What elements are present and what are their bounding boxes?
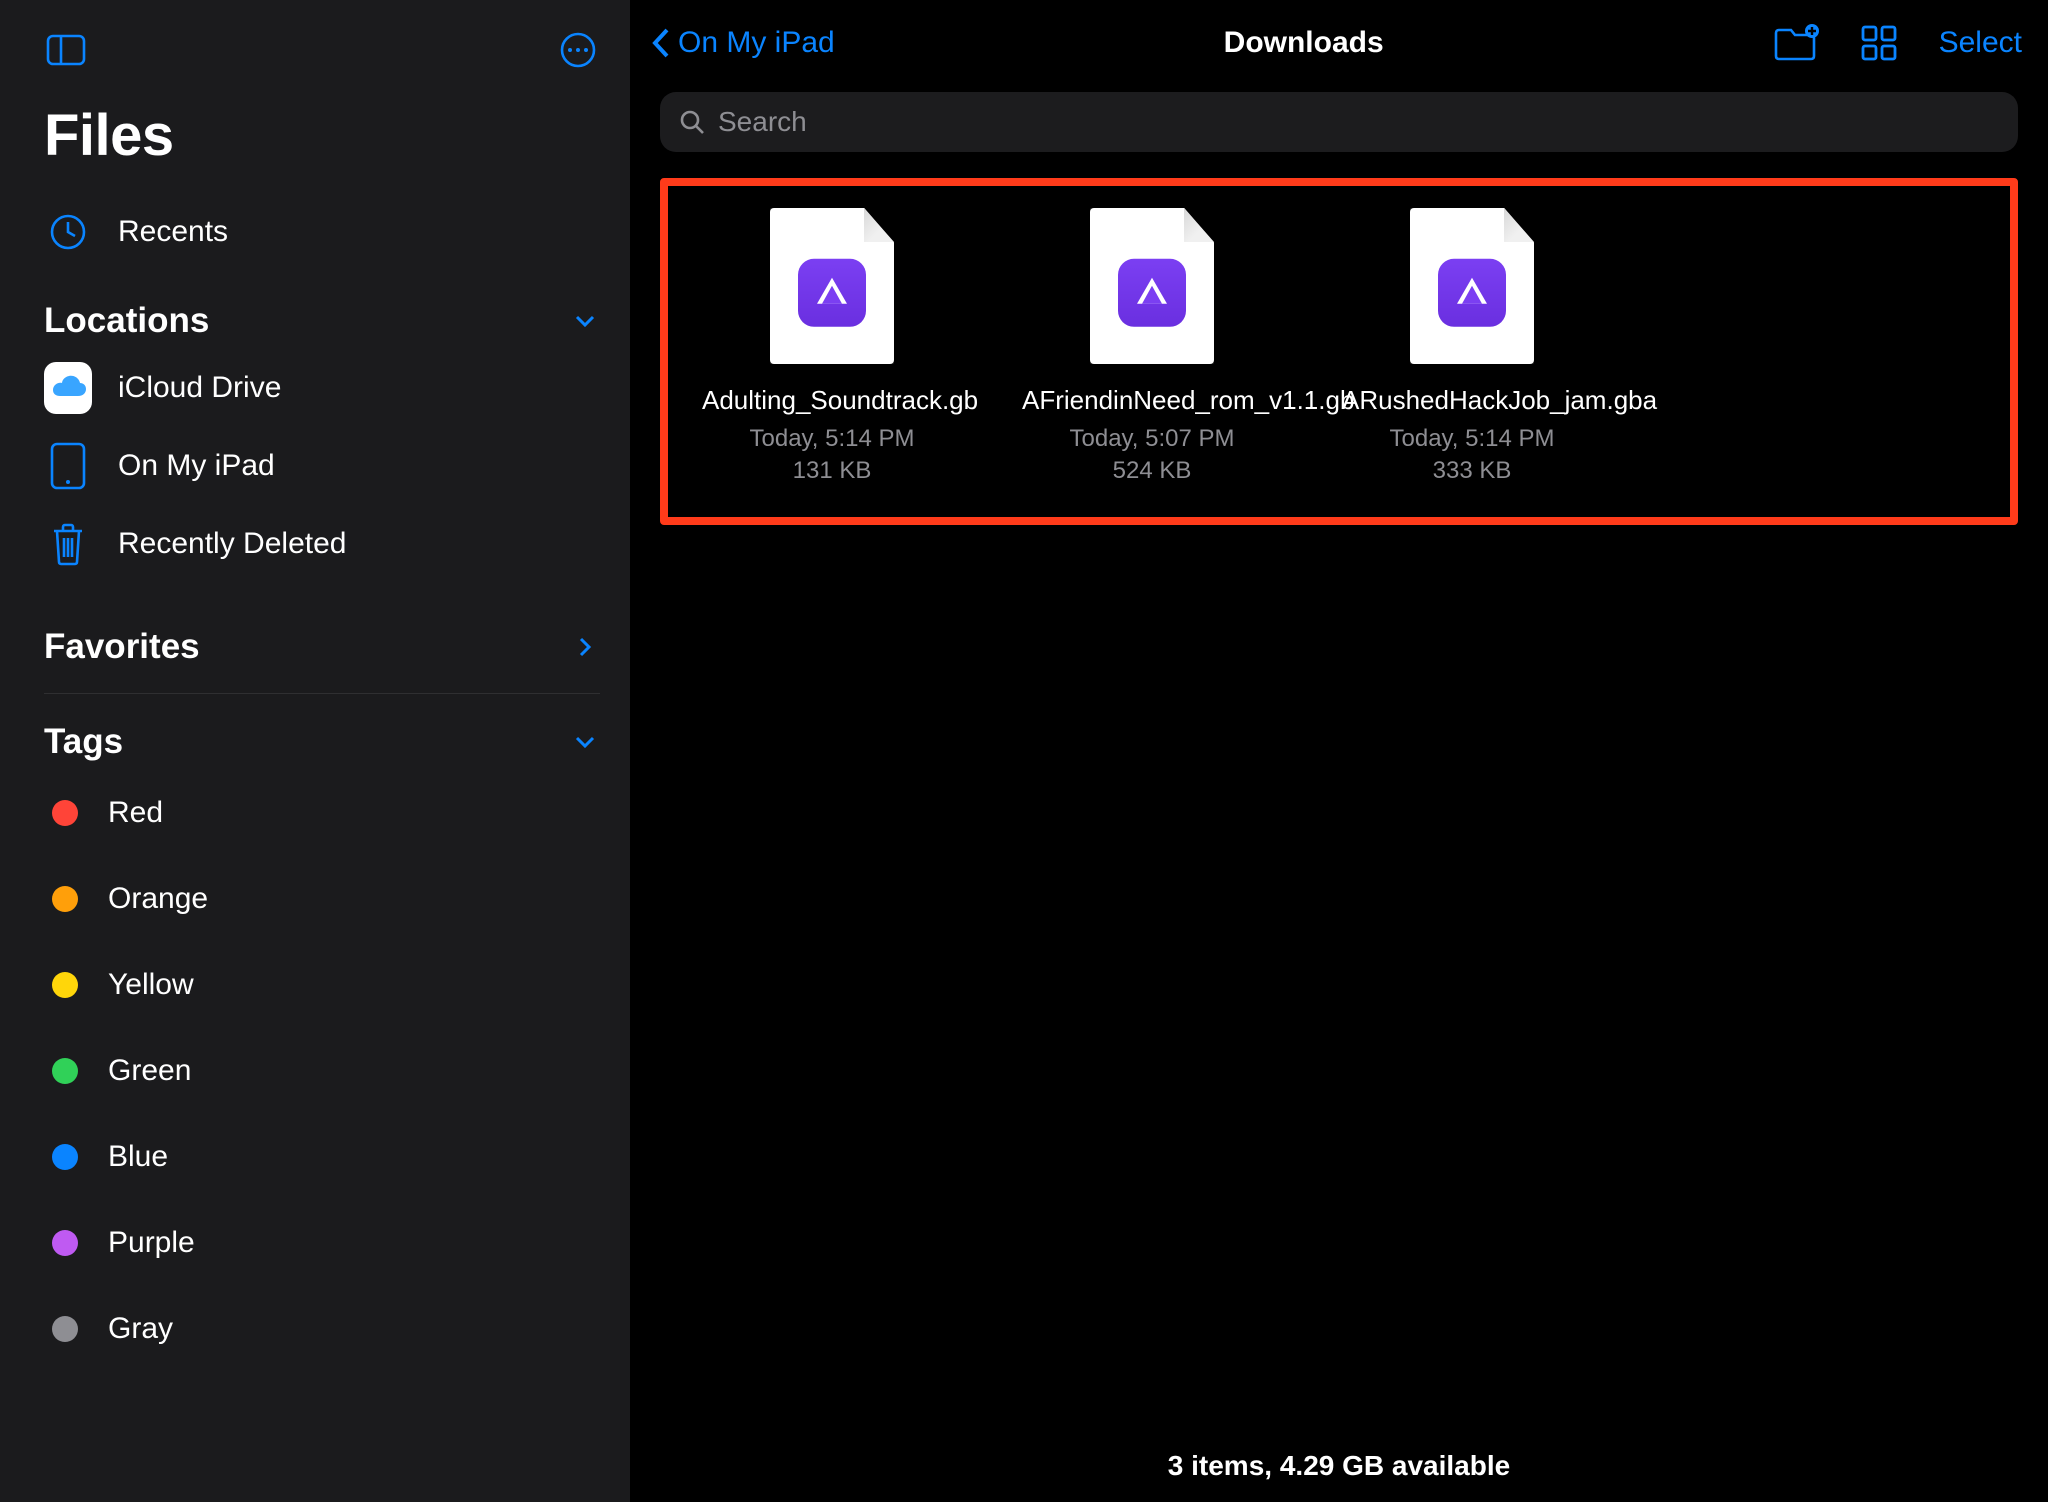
tag-color-dot — [52, 800, 78, 826]
sidebar-item-recently-deleted[interactable]: Recently Deleted — [44, 505, 600, 583]
toolbar: On My iPad Downloads — [630, 0, 2048, 86]
file-item[interactable]: ARushedHackJob_jam.gba Today, 5:14 PM333 … — [1312, 202, 1632, 487]
folder-plus-icon — [1773, 23, 1819, 63]
tag-item-orange[interactable]: Orange — [44, 856, 600, 942]
tag-label: Red — [108, 796, 163, 830]
chevron-right-icon — [570, 632, 600, 662]
grid-icon — [1859, 23, 1899, 63]
ipad-icon — [44, 442, 92, 490]
footer: 3 items, 4.29 GB available — [630, 1430, 2048, 1502]
file-name: ARushedHackJob_jam.gba — [1342, 384, 1602, 417]
sidebar-item-label: Recents — [118, 215, 228, 249]
section-header-favorites[interactable]: Favorites — [44, 627, 600, 667]
tag-label: Purple — [108, 1226, 195, 1260]
files-highlight-box: Adulting_Soundtrack.gbToday, 5:14 PM131 … — [660, 178, 2018, 525]
file-item[interactable]: Adulting_Soundtrack.gb Today, 5:14 PM131 … — [672, 202, 992, 487]
file-item[interactable]: AFriendinNeed_rom_v1.1.gb Today, 5:07 PM5… — [992, 202, 1312, 487]
file-name: AFriendinNeed_rom_v1.1.gb — [1022, 384, 1282, 417]
trash-icon — [44, 520, 92, 568]
back-button[interactable]: On My iPad — [648, 25, 835, 61]
section-header-tags[interactable]: Tags — [44, 722, 600, 762]
search-icon — [678, 108, 706, 136]
section-label: Locations — [44, 301, 209, 341]
tag-color-dot — [52, 1144, 78, 1170]
tag-label: Gray — [108, 1312, 173, 1346]
tag-label: Blue — [108, 1140, 168, 1174]
tag-color-dot — [52, 1230, 78, 1256]
chevron-down-icon — [570, 306, 600, 336]
tag-color-dot — [52, 972, 78, 998]
back-label: On My iPad — [678, 26, 835, 60]
document-icon — [770, 208, 894, 364]
file-size: 333 KB — [1390, 455, 1555, 487]
page-title: Downloads — [1224, 26, 1384, 59]
tag-color-dot — [52, 886, 78, 912]
tag-item-green[interactable]: Green — [44, 1028, 600, 1114]
file-date: Today, 5:14 PM — [750, 423, 915, 455]
tag-item-yellow[interactable]: Yellow — [44, 942, 600, 1028]
tag-item-blue[interactable]: Blue — [44, 1114, 600, 1200]
file-meta: Today, 5:07 PM524 KB — [1070, 423, 1235, 488]
more-options-icon[interactable] — [556, 28, 600, 72]
select-button[interactable]: Select — [1939, 21, 2022, 65]
file-date: Today, 5:14 PM — [1390, 423, 1555, 455]
sidebar-item-label: Recently Deleted — [118, 527, 346, 561]
sidebar-title: Files — [44, 102, 600, 169]
file-meta: Today, 5:14 PM131 KB — [750, 423, 915, 488]
file-meta: Today, 5:14 PM333 KB — [1390, 423, 1555, 488]
search-bar[interactable] — [660, 92, 2018, 152]
sidebar-item-label: iCloud Drive — [118, 371, 281, 405]
file-date: Today, 5:07 PM — [1070, 423, 1235, 455]
document-icon — [1410, 208, 1534, 364]
tag-label: Orange — [108, 882, 208, 916]
tag-item-red[interactable]: Red — [44, 770, 600, 856]
tag-label: Yellow — [108, 968, 194, 1002]
sidebar-item-recents[interactable]: Recents — [44, 193, 600, 271]
toggle-sidebar-icon[interactable] — [44, 28, 88, 72]
chevron-down-icon — [570, 727, 600, 757]
sidebar: Files Recents Locations — [0, 0, 630, 1502]
section-header-locations[interactable]: Locations — [44, 301, 600, 341]
file-size: 131 KB — [750, 455, 915, 487]
section-label: Favorites — [44, 627, 200, 667]
select-label: Select — [1939, 26, 2022, 60]
tag-item-gray[interactable]: Gray — [44, 1286, 600, 1372]
view-mode-button[interactable] — [1859, 21, 1899, 65]
file-size: 524 KB — [1070, 455, 1235, 487]
tag-item-purple[interactable]: Purple — [44, 1200, 600, 1286]
section-label: Tags — [44, 722, 123, 762]
document-icon — [1090, 208, 1214, 364]
sidebar-item-on-my-ipad[interactable]: On My iPad — [44, 427, 600, 505]
sidebar-item-label: On My iPad — [118, 449, 275, 483]
divider — [44, 693, 600, 694]
icloud-icon — [44, 364, 92, 412]
sidebar-item-icloud-drive[interactable]: iCloud Drive — [44, 349, 600, 427]
tag-label: Green — [108, 1054, 191, 1088]
tag-color-dot — [52, 1316, 78, 1342]
tag-color-dot — [52, 1058, 78, 1084]
search-input[interactable] — [718, 106, 2000, 138]
new-folder-button[interactable] — [1773, 21, 1819, 65]
status-text: 3 items, 4.29 GB available — [1168, 1450, 1510, 1482]
main-content: On My iPad Downloads — [630, 0, 2048, 1502]
chevron-left-icon — [648, 25, 676, 61]
clock-icon — [44, 208, 92, 256]
file-name: Adulting_Soundtrack.gb — [702, 384, 962, 417]
